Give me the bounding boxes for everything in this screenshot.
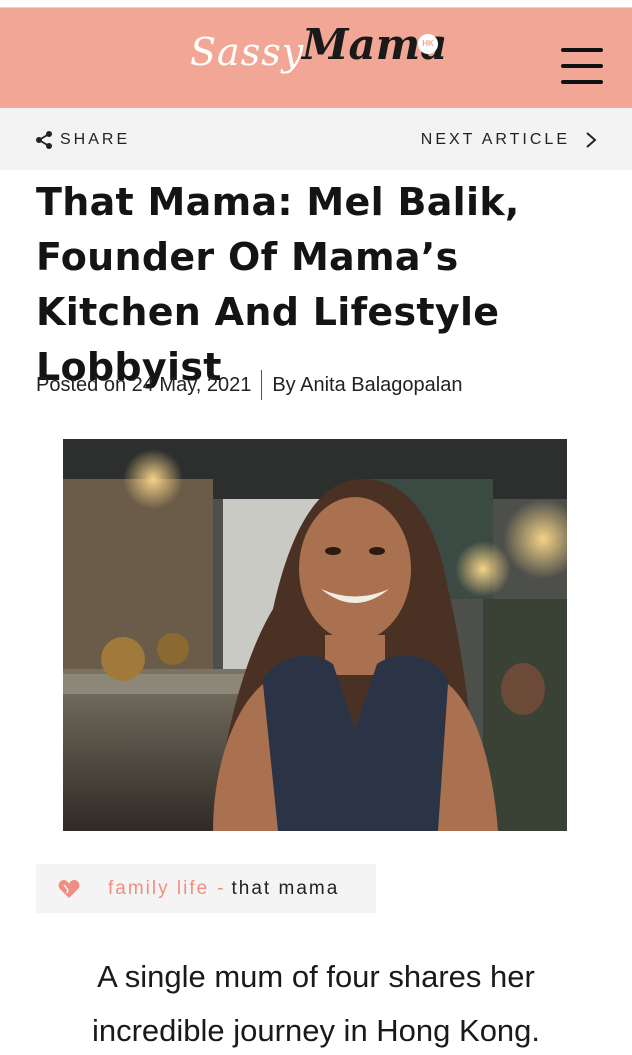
heart-icon (58, 879, 80, 898)
share-button[interactable]: SHARE (34, 128, 130, 152)
hamburger-menu-icon[interactable] (559, 48, 605, 84)
next-article-label: NEXT ARTICLE (420, 131, 570, 148)
article-meta: Posted on 24 May, 2021 By Anita Balagopa… (36, 370, 463, 400)
tag-separator: - (217, 877, 224, 899)
post-date: Posted on 24 May, 2021 (36, 373, 252, 396)
hero-image (63, 439, 567, 831)
sassy-mama-logo[interactable]: Sassy Mama HK (190, 18, 450, 98)
author-byline[interactable]: By Anita Balagopalan (272, 374, 462, 397)
menu-bar-top (561, 48, 603, 52)
tag-that-mama[interactable]: that mama (232, 878, 340, 900)
portrait-photo (63, 439, 567, 831)
logo-word-sassy: Sassy (190, 30, 305, 74)
article-title: That Mama: Mel Balik, Founder Of Mama’s … (36, 180, 520, 389)
share-label: SHARE (60, 131, 131, 148)
article-dek: A single mum of four shares her incredib… (91, 959, 541, 1048)
next-article-button[interactable]: NEXT ARTICLE (421, 128, 598, 152)
site-header: Sassy Mama HK (0, 8, 632, 108)
top-border (0, 0, 632, 8)
menu-bar-middle (561, 64, 603, 68)
share-icon (36, 131, 52, 149)
tag-family-life[interactable]: family life (108, 878, 209, 900)
logo-hk-badge: HK (418, 34, 438, 54)
menu-bar-bottom (561, 80, 603, 84)
share-bar: SHARE NEXT ARTICLE (0, 108, 632, 170)
meta-divider (261, 370, 263, 400)
chevron-right-icon (586, 132, 597, 148)
category-tags: family life - that mama (36, 864, 376, 913)
